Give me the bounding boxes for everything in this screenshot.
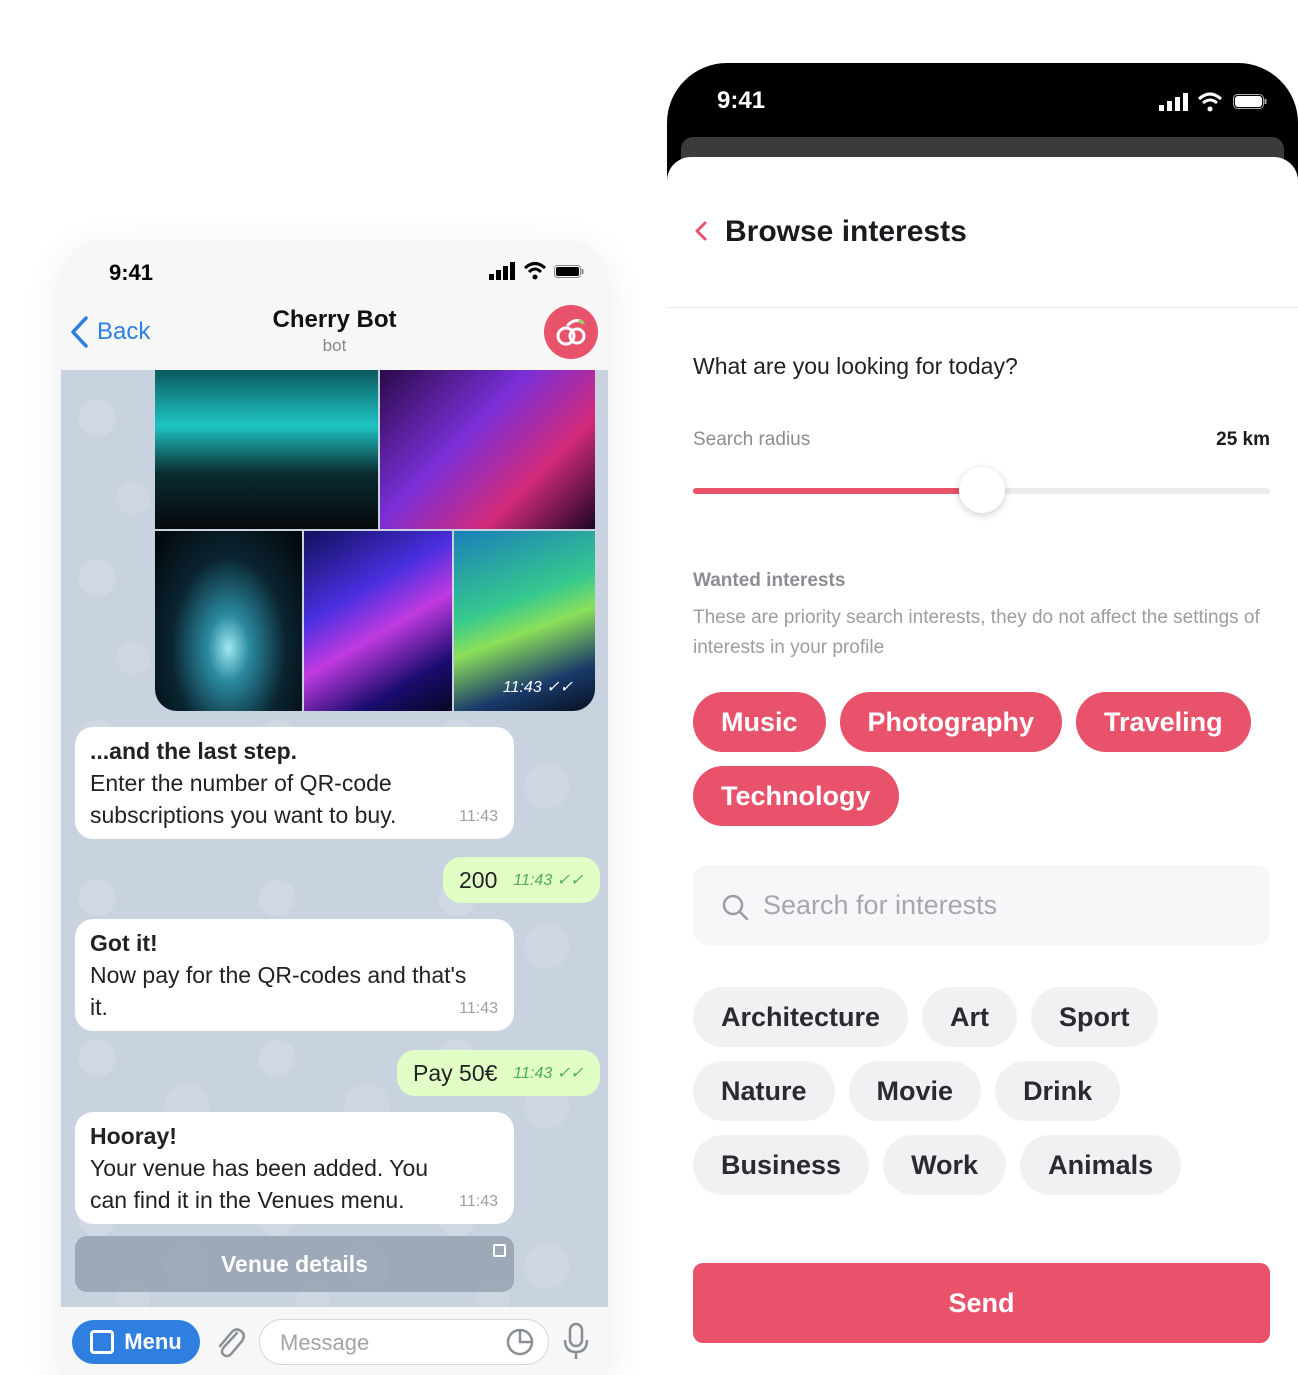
message-time: 11:43 ✓✓ [513, 872, 584, 889]
concert-photo[interactable] [155, 370, 378, 529]
status-time: 9:41 [109, 260, 154, 285]
sheet-header: Browse interests [667, 157, 1298, 308]
chip-business[interactable]: Business [693, 1135, 870, 1195]
selected-interests: Music Photography Traveling Technology [693, 692, 1273, 826]
message-input[interactable] [278, 1329, 492, 1357]
sticker-icon[interactable] [506, 1328, 534, 1356]
wanted-interests-label: Wanted interests [693, 570, 846, 591]
chat-header: Back Cherry Bot bot [61, 300, 608, 370]
dj-photo[interactable] [380, 370, 595, 529]
interest-options: Architecture Art Sport Nature Movie Drin… [693, 987, 1273, 1195]
message-field[interactable] [259, 1319, 549, 1365]
browse-interests-sheet: Browse interests What are you looking fo… [667, 157, 1298, 1375]
message-body: Your venue has been added. You can find … [90, 1155, 429, 1213]
menu-label: Menu [124, 1329, 182, 1354]
microphone-icon[interactable] [561, 1321, 591, 1361]
wanted-interests-description: These are priority search interests, the… [693, 607, 1260, 658]
wifi-icon [1197, 92, 1223, 112]
open-link-icon [493, 1244, 506, 1257]
laser-show-photo[interactable] [304, 531, 452, 711]
message-time: 11:43 [459, 1193, 498, 1210]
incoming-message: ...and the last step. Enter the number o… [75, 727, 514, 839]
chip-nature[interactable]: Nature [693, 1061, 835, 1121]
message-text: Pay 50€ [413, 1059, 498, 1086]
send-button[interactable]: Send [693, 1263, 1270, 1343]
signal-icon [489, 262, 515, 280]
venue-details-label: Venue details [220, 1250, 368, 1277]
outgoing-message: 200 11:43 ✓✓ [443, 857, 600, 903]
interest-search-field[interactable] [693, 865, 1270, 945]
photo-timestamp: 11:43 ✓✓ [502, 679, 573, 696]
attach-icon[interactable] [213, 1323, 247, 1361]
outgoing-message: Pay 50€ 11:43 ✓✓ [397, 1050, 600, 1096]
chat-area: 11:43 ✓✓ ...and the last step. Enter the… [61, 370, 608, 1307]
back-chevron-icon[interactable] [691, 217, 711, 245]
photo-album[interactable]: 11:43 ✓✓ [155, 370, 595, 711]
message-title: Got it! [90, 930, 158, 956]
incoming-message: Hooray! Your venue has been added. You c… [75, 1112, 514, 1224]
chip-drink[interactable]: Drink [995, 1061, 1121, 1121]
selected-chip-music[interactable]: Music [693, 692, 826, 752]
stage-lights-photo[interactable] [155, 531, 302, 711]
message-title: ...and the last step. [90, 738, 298, 764]
chip-architecture[interactable]: Architecture [693, 987, 909, 1047]
search-radius-slider[interactable] [693, 467, 1270, 513]
venue-details-button[interactable]: Venue details [75, 1236, 514, 1292]
message-body: Enter the number of QR-code subscription… [90, 770, 397, 828]
menu-button[interactable]: Menu [72, 1320, 200, 1364]
message-text: 200 [459, 866, 498, 893]
message-time: 11:43 [459, 808, 498, 825]
chip-movie[interactable]: Movie [848, 1061, 982, 1121]
menu-icon [90, 1330, 115, 1354]
incoming-message: Got it! Now pay for the QR-codes and tha… [75, 919, 514, 1031]
slider-thumb[interactable] [958, 467, 1005, 513]
battery-icon [554, 265, 584, 278]
search-icon [722, 894, 749, 921]
selected-chip-traveling[interactable]: Traveling [1076, 692, 1251, 752]
selected-chip-photography[interactable]: Photography [839, 692, 1063, 752]
interests-phone: 9:41 Browse interests What are you looki… [667, 63, 1298, 1375]
signal-icon [1159, 93, 1188, 111]
message-time: 11:43 [459, 1000, 498, 1017]
search-radius-value: 25 km [1216, 429, 1270, 450]
search-radius-label: Search radius [693, 429, 811, 450]
wifi-icon [523, 262, 547, 280]
chip-sport[interactable]: Sport [1031, 987, 1158, 1047]
chat-title: Cherry Bot [272, 306, 397, 333]
status-bar: 9:41 [61, 240, 608, 300]
message-body: Now pay for the QR-codes and that's it. [90, 962, 467, 1020]
chip-work[interactable]: Work [883, 1135, 1007, 1195]
selected-chip-technology[interactable]: Technology [693, 766, 899, 826]
question-text: What are you looking for today? [693, 353, 1018, 379]
telegram-phone: 9:41 Back Cherry Bot bot 11:43 ✓✓ ...and… [61, 240, 608, 1375]
message-composer: Menu [61, 1307, 608, 1375]
chip-animals[interactable]: Animals [1020, 1135, 1182, 1195]
search-input[interactable] [761, 889, 1245, 922]
status-time: 9:41 [717, 87, 766, 114]
slider-fill [693, 488, 982, 494]
battery-icon [1233, 94, 1267, 109]
cherry-logo-icon [556, 319, 586, 346]
message-title: Hooray! [90, 1123, 177, 1149]
chat-subtitle: bot [322, 336, 347, 355]
message-time: 11:43 ✓✓ [513, 1065, 584, 1082]
page-title: Browse interests [725, 215, 967, 248]
chip-art[interactable]: Art [922, 987, 1018, 1047]
bot-avatar[interactable] [544, 305, 598, 359]
